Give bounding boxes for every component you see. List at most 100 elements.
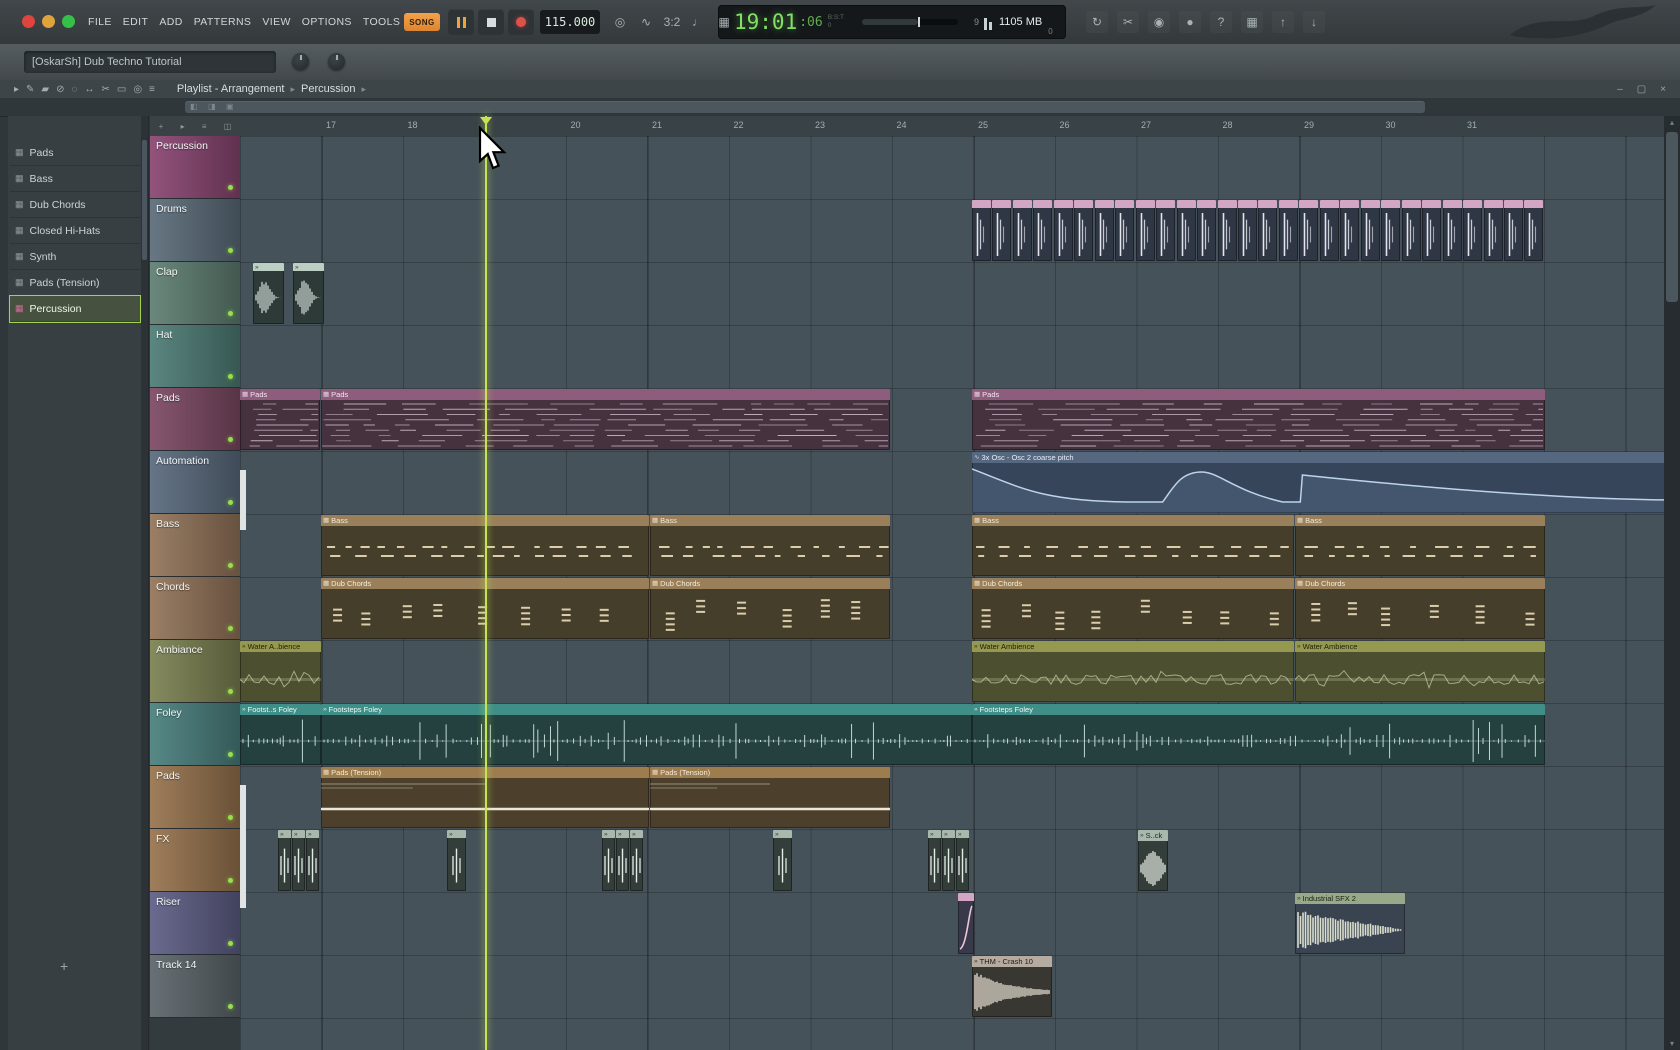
sync-icon[interactable]: ↻: [1086, 11, 1108, 33]
maximize-button[interactable]: ▢: [1637, 84, 1646, 95]
clip-drums[interactable]: [1320, 200, 1339, 261]
clip-drums[interactable]: [972, 200, 991, 261]
track-mute-led[interactable]: [228, 311, 233, 316]
horizontal-scrollbar[interactable]: ◧◨▣: [0, 98, 1680, 117]
track-header-pads[interactable]: Pads: [150, 388, 240, 451]
clip-3x-osc-osc-2-coarse-pitch[interactable]: ∿3x Osc - Osc 2 coarse pitch: [972, 452, 1664, 513]
help-icon[interactable]: ?: [1210, 11, 1232, 33]
clip-industrial-sfx-2[interactable]: »Industrial SFX 2: [1295, 893, 1405, 954]
vscroll-handle[interactable]: [1666, 132, 1678, 302]
pattern-item-pads[interactable]: ▦Pads: [10, 140, 140, 166]
hscroll-handle[interactable]: [185, 101, 1425, 113]
clip-fx[interactable]: »: [942, 830, 955, 891]
typing-keyboard-icon[interactable]: ▦: [712, 11, 736, 33]
names-header-icon-2[interactable]: ≡: [202, 122, 207, 131]
clip-footsteps-foley[interactable]: »Footsteps Foley: [321, 704, 972, 765]
arrangement-name[interactable]: Percussion: [301, 83, 355, 95]
clip-drums[interactable]: [1299, 200, 1318, 261]
clip-drums[interactable]: [1524, 200, 1543, 261]
pattern-item-percussion[interactable]: ▦Percussion: [10, 296, 140, 322]
clip-drums[interactable]: [1504, 200, 1523, 261]
snap-menu[interactable]: ≡: [149, 84, 155, 95]
clip-pads[interactable]: ▦Pads: [321, 389, 890, 450]
clip-drums[interactable]: [1156, 200, 1175, 261]
menu-view[interactable]: VIEW: [262, 16, 290, 28]
draw-tool[interactable]: ✎: [26, 84, 34, 95]
clip-footsteps-foley[interactable]: »Footsteps Foley: [972, 704, 1545, 765]
pattern-item-dub-chords[interactable]: ▦Dub Chords: [10, 192, 140, 218]
menu-add[interactable]: ADD: [159, 16, 182, 28]
clip-drums[interactable]: [1340, 200, 1359, 261]
menu-file[interactable]: FILE: [88, 16, 112, 28]
slice-tool[interactable]: ✂: [101, 84, 109, 95]
menu-edit[interactable]: EDIT: [123, 16, 149, 28]
clip-fx[interactable]: »: [773, 830, 792, 891]
clip-fx[interactable]: »: [616, 830, 629, 891]
track-mute-led[interactable]: [228, 941, 233, 946]
pattern-item-closed-hi-hats[interactable]: ▦Closed Hi-Hats: [10, 218, 140, 244]
scrollstrip-icon-1[interactable]: ◨: [208, 102, 216, 111]
window-minimize-dot[interactable]: [42, 15, 55, 28]
window-close-dot[interactable]: [22, 15, 35, 28]
select-tool[interactable]: ▭: [117, 84, 126, 95]
target-icon[interactable]: ◉: [1148, 11, 1170, 33]
slice-icon[interactable]: ✂: [1117, 11, 1139, 33]
clip-thm-crash-10[interactable]: »THM - Crash 10: [972, 956, 1052, 1017]
song-mode-badge[interactable]: SONG: [404, 13, 440, 31]
clip-risersm[interactable]: [958, 893, 974, 954]
delete-tool[interactable]: ⊘: [56, 84, 64, 95]
metronome-icon[interactable]: ♩: [686, 11, 710, 33]
clip-dub-chords[interactable]: ▦Dub Chords: [972, 578, 1294, 639]
clip-fx[interactable]: »: [292, 830, 305, 891]
names-header-icon-0[interactable]: +: [159, 122, 164, 131]
clip-fx[interactable]: »: [602, 830, 615, 891]
track-header-pads[interactable]: Pads: [150, 766, 240, 829]
pattern-item-bass[interactable]: ▦Bass: [10, 166, 140, 192]
clip-drums[interactable]: [1361, 200, 1380, 261]
names-header-icon-3[interactable]: ◫: [224, 122, 232, 131]
track-mute-led[interactable]: [228, 563, 233, 568]
clip-drums[interactable]: [1218, 200, 1237, 261]
clip-drums[interactable]: [1197, 200, 1216, 261]
menu-tools[interactable]: TOOLS: [363, 16, 400, 28]
track-mute-led[interactable]: [228, 815, 233, 820]
track-mute-led[interactable]: [228, 878, 233, 883]
track-mute-led[interactable]: [228, 500, 233, 505]
main-pan-knob[interactable]: [328, 53, 345, 70]
clip-dub-chords[interactable]: ▦Dub Chords: [1295, 578, 1545, 639]
stop-button[interactable]: [478, 9, 504, 35]
clip-clap[interactable]: »: [293, 263, 324, 324]
menu-patterns[interactable]: PATTERNS: [194, 16, 252, 28]
clip-footst-s-foley[interactable]: »Footst..s Foley: [240, 704, 321, 765]
window-zoom-dot[interactable]: [62, 15, 75, 28]
render-icon[interactable]: ↓: [1303, 11, 1325, 33]
clip-pads[interactable]: ▦Pads: [240, 389, 320, 450]
zoom-tool[interactable]: ◎: [133, 84, 142, 95]
clip-clap[interactable]: »: [253, 263, 284, 324]
track-mute-led[interactable]: [228, 626, 233, 631]
countdown-icon[interactable]: 3:2: [660, 11, 684, 33]
playlist-titlebar[interactable]: ▸✎▰⊘◌↔✂▭◎≡ Playlist - Arrangement ▸ Perc…: [0, 80, 1680, 99]
clip-drums[interactable]: [1013, 200, 1032, 261]
clip-fx[interactable]: »: [447, 830, 466, 891]
pattern-panel-scrollbar[interactable]: [141, 116, 148, 1050]
clip-s-ck[interactable]: »S..ck: [1138, 830, 1168, 891]
clip-water-ambience[interactable]: »Water Ambience: [1295, 641, 1545, 702]
track-header-foley[interactable]: Foley: [150, 703, 240, 766]
clip-drums[interactable]: [1443, 200, 1462, 261]
track-header-drums[interactable]: Drums: [150, 199, 240, 262]
scrollstrip-icon-0[interactable]: ◧: [190, 102, 198, 111]
export-up-icon[interactable]: ↑: [1272, 11, 1294, 33]
track-mute-led[interactable]: [228, 752, 233, 757]
clip-fx[interactable]: »: [928, 830, 941, 891]
clip-drums[interactable]: [1381, 200, 1400, 261]
clip-drums[interactable]: [1279, 200, 1298, 261]
track-header-clap[interactable]: Clap: [150, 262, 240, 325]
wait-icon[interactable]: ∿: [634, 11, 658, 33]
clip-drums[interactable]: [1463, 200, 1482, 261]
record-button[interactable]: [508, 9, 534, 35]
clip-drums[interactable]: [1177, 200, 1196, 261]
track-mute-led[interactable]: [228, 689, 233, 694]
minimize-button[interactable]: –: [1617, 84, 1623, 95]
clip-drums[interactable]: [1258, 200, 1277, 261]
